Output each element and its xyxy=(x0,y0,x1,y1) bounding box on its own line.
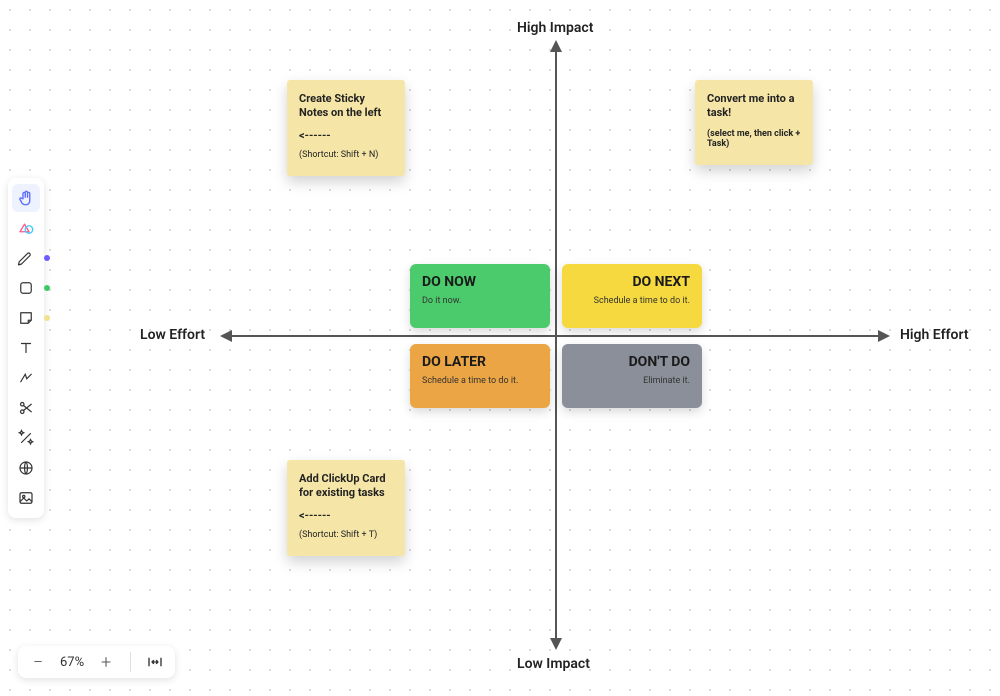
quad-title: DO NEXT xyxy=(574,274,690,290)
pen-color-swatch xyxy=(44,255,50,261)
horizontal-axis xyxy=(230,335,880,337)
quad-do-now[interactable]: DO NOW Do it now. xyxy=(410,264,550,328)
arrow-down-icon xyxy=(550,638,562,650)
sticky-card[interactable]: Add ClickUp Card for existing tasks <---… xyxy=(287,460,405,556)
zoom-value[interactable]: 67% xyxy=(60,655,84,670)
quad-title: DON'T DO xyxy=(574,354,690,370)
magic-tool[interactable] xyxy=(12,424,40,452)
fit-width-button[interactable] xyxy=(145,652,165,672)
quad-subtext: Eliminate it. xyxy=(574,376,690,386)
sticky-sub: (select me, then click + Task) xyxy=(707,129,801,149)
sticky-arrow: <------ xyxy=(299,129,393,142)
sticky-arrow: <------ xyxy=(299,509,393,522)
hand-tool[interactable] xyxy=(12,184,40,212)
image-tool[interactable] xyxy=(12,484,40,512)
sticky-title: Convert me into a task! xyxy=(707,92,801,121)
axis-label-left: Low Effort xyxy=(140,327,205,343)
sticky-create[interactable]: Create Sticky Notes on the left <------ … xyxy=(287,80,405,176)
vertical-axis xyxy=(555,50,557,640)
rect-tool[interactable] xyxy=(12,274,40,302)
quad-subtext: Schedule a time to do it. xyxy=(422,376,538,386)
quad-dont-do[interactable]: DON'T DO Eliminate it. xyxy=(562,344,702,408)
quad-do-later[interactable]: DO LATER Schedule a time to do it. xyxy=(410,344,550,408)
text-tool[interactable] xyxy=(12,334,40,362)
web-tool[interactable] xyxy=(12,454,40,482)
axis-label-right: High Effort xyxy=(900,327,969,343)
axis-label-bottom: Low Impact xyxy=(517,656,590,672)
arrow-up-icon xyxy=(550,40,562,52)
quad-title: DO LATER xyxy=(422,354,538,370)
shape-color-swatch xyxy=(44,285,50,291)
scissors-tool[interactable] xyxy=(12,394,40,422)
sticky-tool[interactable] xyxy=(12,304,40,332)
sticky-title: Create Sticky Notes on the left xyxy=(299,92,393,121)
zoom-out-button[interactable]: − xyxy=(28,652,48,672)
zoom-divider xyxy=(130,652,131,672)
axis-label-top: High Impact xyxy=(517,20,593,36)
zoom-control: − 67% + xyxy=(18,646,175,678)
arrow-left-icon xyxy=(220,330,232,342)
quad-do-next[interactable]: DO NEXT Schedule a time to do it. xyxy=(562,264,702,328)
quad-subtext: Do it now. xyxy=(422,296,538,306)
tool-toolbar xyxy=(8,178,44,518)
sticky-title: Add ClickUp Card for existing tasks xyxy=(299,472,393,501)
connector-tool[interactable] xyxy=(12,364,40,392)
sticky-color-swatch xyxy=(44,315,50,321)
quad-subtext: Schedule a time to do it. xyxy=(574,296,690,306)
sticky-convert[interactable]: Convert me into a task! (select me, then… xyxy=(695,80,813,165)
sticky-sub: (Shortcut: Shift + T) xyxy=(299,530,393,540)
sticky-sub: (Shortcut: Shift + N) xyxy=(299,150,393,160)
shapes-tool[interactable] xyxy=(12,214,40,242)
pen-tool[interactable] xyxy=(12,244,40,272)
arrow-right-icon xyxy=(878,330,890,342)
zoom-in-button[interactable]: + xyxy=(96,652,116,672)
quad-title: DO NOW xyxy=(422,274,538,290)
